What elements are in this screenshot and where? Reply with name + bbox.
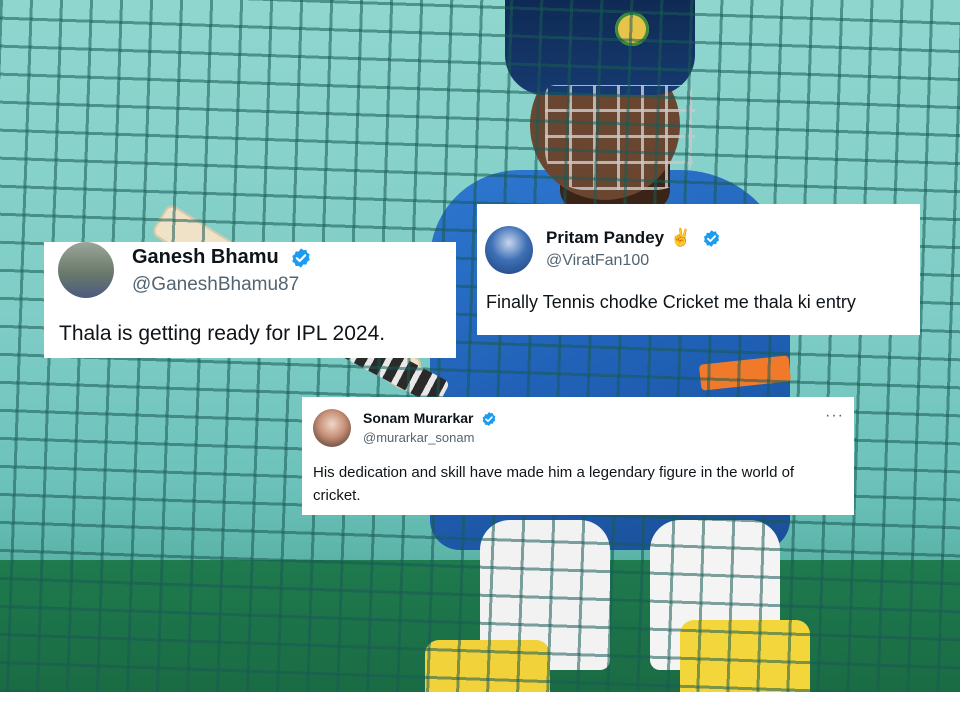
tweet-author-name[interactable]: Sonam Murarkar xyxy=(363,410,497,427)
shoe-left xyxy=(425,640,550,692)
verified-badge-icon xyxy=(483,412,496,427)
avatar[interactable] xyxy=(313,409,351,447)
helmet-grill xyxy=(545,85,695,190)
more-options-icon[interactable]: ··· xyxy=(825,407,844,425)
tweet-author-handle[interactable]: @GaneshBhamu87 xyxy=(132,274,299,296)
tweet-card-pritam[interactable]: Pritam Pandey ✌ @ViratFan100 Finally Tenn… xyxy=(477,204,920,335)
helmet-crest xyxy=(615,12,649,46)
victory-hand-emoji: ✌ xyxy=(670,228,692,247)
tweet-card-sonam[interactable]: Sonam Murarkar @murarkar_sonam ··· His d… xyxy=(302,397,854,515)
shoe-right xyxy=(680,620,810,692)
tweet-text: His dedication and skill have made him a… xyxy=(313,464,795,504)
author-name-text: Ganesh Bhamu xyxy=(132,246,279,268)
tweet-author-name[interactable]: Ganesh Bhamu xyxy=(132,246,312,269)
verified-badge-icon xyxy=(292,248,310,268)
tweet-author-handle[interactable]: @murarkar_sonam xyxy=(363,430,474,445)
tweet-card-ganesh[interactable]: Ganesh Bhamu @GaneshBhamu87 Thala is get… xyxy=(44,242,456,358)
avatar[interactable] xyxy=(485,226,533,274)
tweet-author-handle[interactable]: @ViratFan100 xyxy=(546,252,649,270)
avatar[interactable] xyxy=(58,242,114,298)
tweet-text: Thala is getting ready for IPL 2024. xyxy=(59,322,386,345)
tweet-text: Finally Tennis chodke Cricket me thala k… xyxy=(486,292,856,312)
author-name-text: Pritam Pandey xyxy=(546,228,665,247)
author-name-text: Sonam Murarkar xyxy=(363,410,474,426)
tweet-author-name[interactable]: Pritam Pandey ✌ xyxy=(546,228,721,248)
verified-badge-icon xyxy=(703,230,720,247)
player-helmet xyxy=(505,0,695,95)
